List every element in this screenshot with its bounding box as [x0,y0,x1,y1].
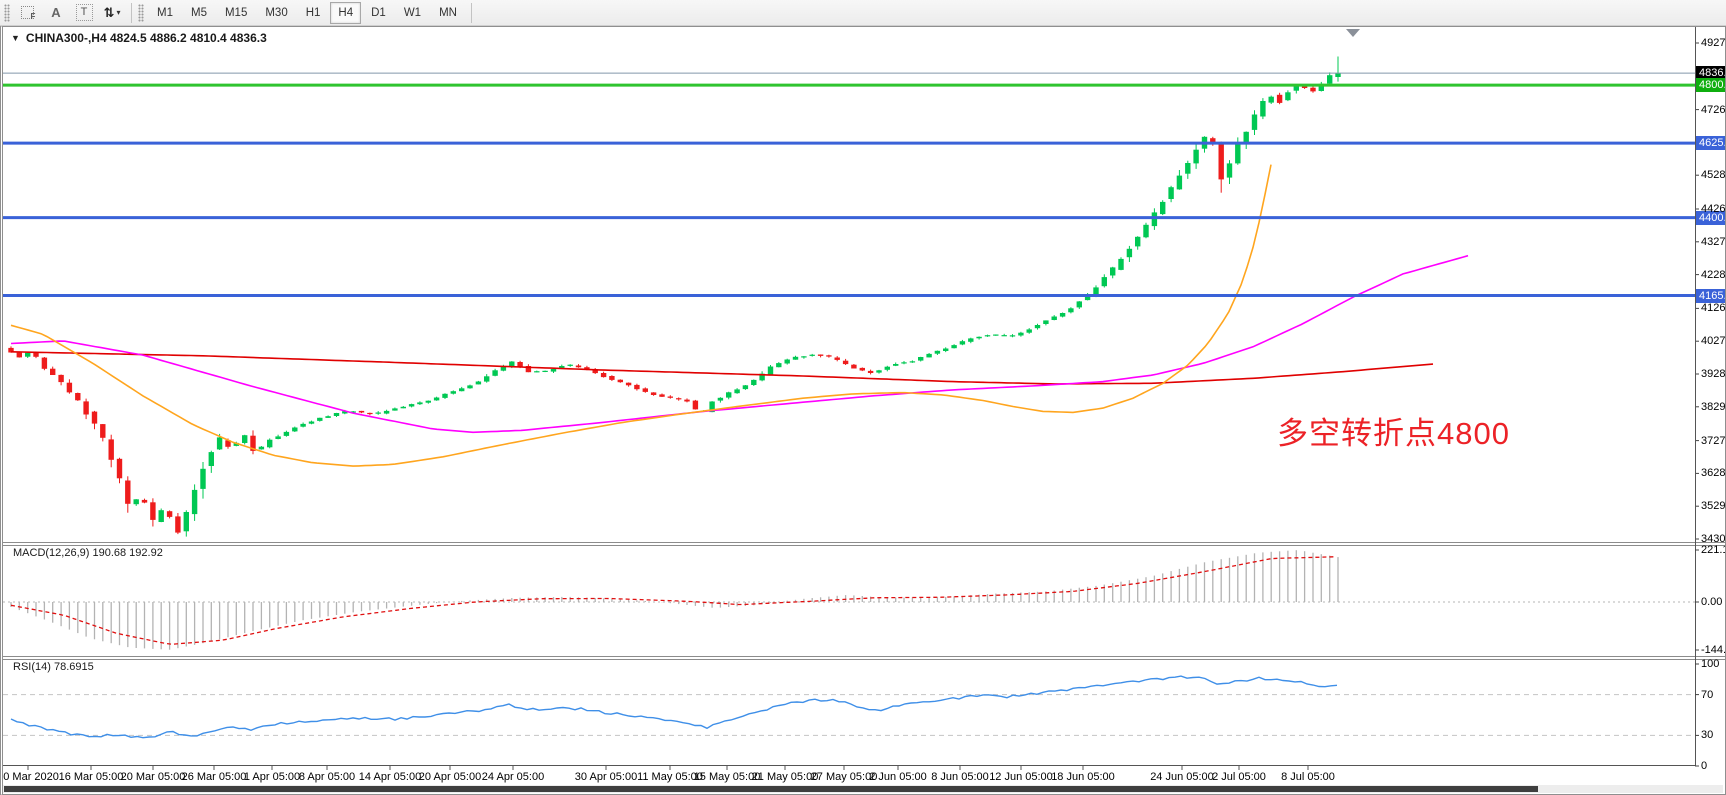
indicator-frame-button[interactable]: F [15,2,41,24]
date-axis-tick-label: 10 Mar 2020 [0,771,59,783]
chart-shift-marker[interactable] [1346,29,1360,37]
macd-indicator-label: MACD(12,26,9) 190.68 192.92 [13,547,163,559]
timeframe-button-h4[interactable]: H4 [330,2,361,24]
macd-axis-tick-label: 221.13 [1701,544,1726,556]
date-axis-tick-label: 15 May 05:00 [694,771,761,783]
toolbar-separator [131,3,132,23]
price-axis-tick-label: 3829.0 [1701,401,1726,413]
macd-signal-line [11,557,1334,645]
price-line-badge: 4800.0 [1696,78,1726,92]
timeframe-button-mn[interactable]: MN [431,2,465,24]
price-axis-tick-label: 4027.0 [1701,335,1726,347]
price-axis-tick-label: 4726.0 [1701,104,1726,116]
horizontal-scrollbar[interactable] [3,785,1723,793]
dropdown-caret-icon: ▾ [116,8,120,17]
date-axis-tick-label: 21 May 05:00 [752,771,819,783]
price-axis-tick-label: 3727.0 [1701,435,1726,447]
text-label-button[interactable]: A [43,2,69,24]
chart-window: ▼ CHINA300-,H4 4824.5 4886.2 4810.4 4836… [0,26,1726,795]
rsi-axis-tick-label: 0 [1701,760,1707,772]
toolbar-separator [471,3,472,23]
date-axis-tick-label: 24 Jun 05:00 [1150,771,1214,783]
symbol-dropdown-icon[interactable]: ▼ [11,33,20,43]
macd-histogram [11,550,1338,650]
date-axis-tick-label: 20 Mar 05:00 [121,771,186,783]
timeframe-button-w1[interactable]: W1 [396,2,429,24]
timeframe-button-m15[interactable]: M15 [217,2,255,24]
chart-text-annotation: 多空转折点4800 [1277,417,1510,451]
text-box-button[interactable]: T [71,2,97,24]
chart-title: ▼ CHINA300-,H4 4824.5 4886.2 4810.4 4836… [11,31,267,45]
cursor-mode-icon: ⇅ [104,5,115,21]
price-axis-tick-label: 3628.0 [1701,467,1726,479]
price-line-badge: 4625.0 [1696,136,1726,150]
rsi-axis-tick-label: 100 [1701,658,1719,670]
toolbar-drag-handle[interactable] [4,4,10,22]
price-axis-tick-label: 4927.0 [1701,37,1726,49]
rsi-axis-tick-label: 70 [1701,689,1713,701]
date-axis-tick-label: 20 Apr 05:00 [419,771,481,783]
top-toolbar: F A T ⇅▾ M1M5M15M30H1H4D1W1MN [0,0,1726,26]
price-axis-tick-label: 3529.0 [1701,500,1726,512]
ma-fast-line [11,165,1271,467]
date-axis-tick-label: 14 Apr 05:00 [359,771,421,783]
macd-axis-tick-label: 0.00 [1701,596,1722,608]
timeframe-button-m30[interactable]: M30 [257,2,295,24]
toolbar-drag-handle[interactable] [138,4,144,22]
date-axis-tick-label: 2 Jun 05:00 [869,771,927,783]
timeframe-button-m5[interactable]: M5 [183,2,215,24]
mt4-terminal: { "toolbar": { "icon_buttons": [ {"name"… [0,0,1726,795]
price-axis-tick-label: 4528.0 [1701,169,1726,181]
price-axis-tick-label: 4228.0 [1701,269,1726,281]
price-line-badge: 4165.0 [1696,289,1726,303]
price-axis-tick-label: 4126.0 [1701,302,1726,314]
date-axis-tick-label: 18 Jun 05:00 [1051,771,1115,783]
rsi-axis-tick-label: 30 [1701,729,1713,741]
rsi-indicator-label: RSI(14) 78.6915 [13,661,94,673]
date-axis-tick-label: 8 Apr 05:00 [299,771,355,783]
date-axis-tick-label: 30 Apr 05:00 [575,771,637,783]
date-axis-tick-label: 8 Jun 05:00 [931,771,989,783]
timeframe-button-h1[interactable]: H1 [298,2,329,24]
timeframe-button-m1[interactable]: M1 [149,2,181,24]
cursor-mode-button[interactable]: ⇅▾ [99,2,125,24]
text-label-icon: A [51,5,60,20]
date-axis-tick-label: 8 Jul 05:00 [1281,771,1335,783]
text-box-icon: T [76,4,93,21]
macd-axis-tick-label: -144.84 [1701,644,1726,656]
date-axis-tick-label: 12 Jun 05:00 [989,771,1053,783]
price-axis-tick-label: 3928.0 [1701,368,1726,380]
price-axis-tick-label: 4327.0 [1701,236,1726,248]
scrollbar-thumb[interactable] [4,786,1538,792]
date-axis-tick-label: 24 Apr 05:00 [482,771,544,783]
timeframe-button-d1[interactable]: D1 [363,2,394,24]
price-chart-svg [3,27,1725,792]
date-axis-tick-label: 26 Mar 05:00 [182,771,247,783]
indicator-frame-letter: F [31,12,36,21]
chart-title-text: CHINA300-,H4 4824.5 4886.2 4810.4 4836.3 [26,31,267,45]
date-axis-tick-label: 27 May 05:00 [811,771,878,783]
date-axis-tick-label: 16 Mar 05:00 [59,771,124,783]
date-axis-tick-label: 1 Apr 05:00 [244,771,300,783]
price-axis-tick-label: 4426.0 [1701,203,1726,215]
rsi-line [11,676,1337,738]
date-axis-tick-label: 2 Jul 05:00 [1212,771,1266,783]
